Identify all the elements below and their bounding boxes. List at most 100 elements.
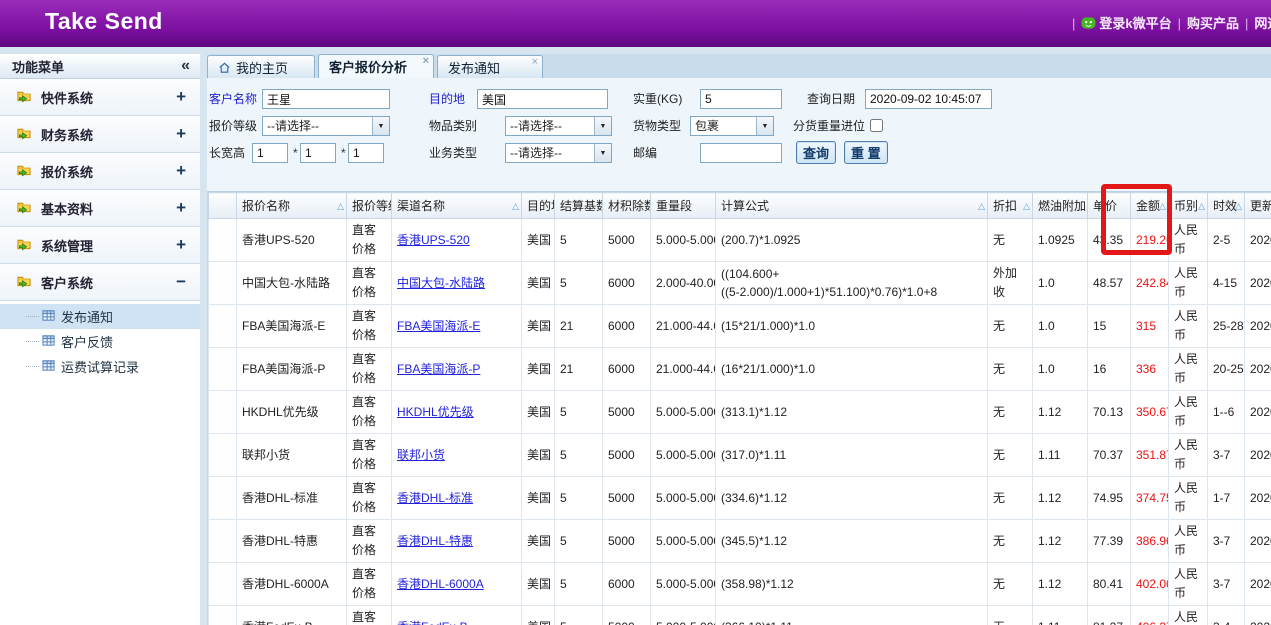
zip-code-input[interactable] xyxy=(700,143,782,163)
sidebar-item-0[interactable]: 发布通知 xyxy=(0,304,200,329)
cell-updated: 2020 xyxy=(1245,477,1271,520)
column-header-1[interactable]: 报价名称△ xyxy=(237,193,347,219)
channel-link[interactable]: HKDHL优先级 xyxy=(397,405,474,419)
column-label: 目的地 xyxy=(527,199,555,213)
close-tab-icon[interactable]: × xyxy=(423,56,429,67)
query-date-input[interactable] xyxy=(865,89,992,109)
cell-grade: 直客价格 xyxy=(347,434,392,477)
channel-link[interactable]: 香港DHL-标准 xyxy=(397,491,473,505)
cell-updated: 2020 xyxy=(1245,262,1271,305)
column-header-12[interactable]: 金额△ xyxy=(1131,193,1169,219)
channel-link[interactable]: 香港UPS-520 xyxy=(397,233,470,247)
expand-icon[interactable]: + xyxy=(176,198,186,218)
expand-icon[interactable]: + xyxy=(176,87,186,107)
sort-icon[interactable]: △ xyxy=(1023,201,1030,212)
dropdown-arrow-icon[interactable]: ▼ xyxy=(594,144,611,162)
tab-bar: 我的主页客户报价分析×发布通知× xyxy=(207,54,1271,78)
cell-channel: 中国大包-水陆路 xyxy=(392,262,522,305)
width-input[interactable] xyxy=(300,143,336,163)
cell-currency: 人民币 xyxy=(1169,219,1208,262)
topbar-link-1[interactable]: 购买产品 xyxy=(1187,16,1239,31)
cell-updated: 2020 xyxy=(1245,606,1271,625)
cell-discount: 无 xyxy=(988,219,1033,262)
row-selector-cell xyxy=(209,305,237,348)
sidebar-group-0[interactable]: 快件系统+ xyxy=(0,79,200,116)
cell-amount: 351.87 xyxy=(1131,434,1169,477)
row-selector-cell xyxy=(209,520,237,563)
cell-updated: 2020 xyxy=(1245,434,1271,477)
column-header-9[interactable]: 折扣△ xyxy=(988,193,1033,219)
sort-icon[interactable]: △ xyxy=(978,201,985,212)
split-weight-carry-checkbox[interactable] xyxy=(870,119,883,132)
tab-2[interactable]: 发布通知× xyxy=(437,55,543,78)
channel-link[interactable]: 联邦小货 xyxy=(397,448,445,462)
sort-icon[interactable]: △ xyxy=(1235,201,1242,212)
sort-icon[interactable]: △ xyxy=(1159,201,1166,212)
quote-grade-select[interactable]: --请选择-- ▼ xyxy=(262,116,390,136)
cell-base: 5 xyxy=(555,606,603,625)
column-header-3[interactable]: 渠道名称△ xyxy=(392,193,522,219)
channel-link[interactable]: 香港FedEx-B xyxy=(397,620,468,625)
tab-1[interactable]: 客户报价分析× xyxy=(318,54,434,78)
sidebar-group-1[interactable]: 财务系统+ xyxy=(0,116,200,153)
cell-grade: 直客价格 xyxy=(347,262,392,305)
channel-link[interactable]: FBA美国海派-P xyxy=(397,362,480,376)
length-input[interactable] xyxy=(252,143,288,163)
sort-icon[interactable]: △ xyxy=(337,201,344,212)
cell-aging: 20-25 xyxy=(1208,348,1245,391)
customer-name-input[interactable] xyxy=(262,89,390,109)
cell-grade: 直客价格 xyxy=(347,219,392,262)
cell-channel: 香港DHL-特惠 xyxy=(392,520,522,563)
channel-link[interactable]: 中国大包-水陆路 xyxy=(397,276,485,290)
tab-0[interactable]: 我的主页 xyxy=(207,55,315,78)
item-type-select[interactable]: --请选择-- ▼ xyxy=(505,116,612,136)
channel-link[interactable]: 香港DHL-6000A xyxy=(397,577,484,591)
sort-icon[interactable]: △ xyxy=(512,201,519,212)
sidebar-group-label: 基本资料 xyxy=(41,199,176,218)
cell-formula: (200.7)*1.0925 xyxy=(716,219,988,262)
sort-icon[interactable]: △ xyxy=(1198,201,1205,212)
channel-link[interactable]: 香港DHL-特惠 xyxy=(397,534,473,548)
cell-unit: 16 xyxy=(1088,348,1131,391)
column-header-8[interactable]: 计算公式△ xyxy=(716,193,988,219)
cargo-type-select[interactable]: 包裹 ▼ xyxy=(690,116,774,136)
height-input[interactable] xyxy=(348,143,384,163)
item-type-value: --请选择-- xyxy=(510,117,562,135)
expand-icon[interactable]: + xyxy=(176,235,186,255)
cargo-type-value: 包裹 xyxy=(695,117,719,135)
cell-currency: 人民币 xyxy=(1169,262,1208,305)
dropdown-arrow-icon[interactable]: ▼ xyxy=(756,117,773,135)
sidebar-item-1[interactable]: 客户反馈 xyxy=(0,329,200,354)
channel-link[interactable]: FBA美国海派-E xyxy=(397,319,480,333)
expand-icon[interactable]: + xyxy=(176,124,186,144)
cell-discount: 无 xyxy=(988,606,1033,625)
sidebar-group-4[interactable]: 系统管理+ xyxy=(0,227,200,264)
table-row: 中国大包-水陆路直客价格中国大包-水陆路美国560002.000-40.000(… xyxy=(209,262,1271,305)
top-bar: Take Send |登录k微平台|购买产品|网速测试 xyxy=(0,0,1271,47)
collapse-icon[interactable]: − xyxy=(176,272,186,292)
column-header-14[interactable]: 时效△ xyxy=(1208,193,1245,219)
dropdown-arrow-icon[interactable]: ▼ xyxy=(594,117,611,135)
destination-input[interactable] xyxy=(477,89,608,109)
sidebar-group-5[interactable]: 客户系统− xyxy=(0,264,200,301)
topbar-link-0[interactable]: 登录k微平台 xyxy=(1099,16,1171,31)
cell-unit: 70.37 xyxy=(1088,434,1131,477)
cell-name: 香港UPS-520 xyxy=(237,219,347,262)
cell-unit: 77.39 xyxy=(1088,520,1131,563)
sidebar-item-2[interactable]: 运费试算记录 xyxy=(0,354,200,379)
sidebar-group-3[interactable]: 基本资料+ xyxy=(0,190,200,227)
topbar-link-2[interactable]: 网速测试 xyxy=(1254,16,1271,31)
folder-icon xyxy=(16,125,32,140)
expand-icon[interactable]: + xyxy=(176,161,186,181)
business-type-select[interactable]: --请选择-- ▼ xyxy=(505,143,612,163)
reset-button[interactable]: 重 置 xyxy=(844,141,888,164)
collapse-sidebar-icon[interactable]: « xyxy=(181,58,190,74)
cell-currency: 人民币 xyxy=(1169,477,1208,520)
weight-input[interactable] xyxy=(700,89,782,109)
sidebar-group-2[interactable]: 报价系统+ xyxy=(0,153,200,190)
column-header-13[interactable]: 币别△ xyxy=(1169,193,1208,219)
close-tab-icon[interactable]: × xyxy=(532,57,538,68)
search-button[interactable]: 查询 xyxy=(796,141,836,164)
cell-vol: 5000 xyxy=(603,606,651,625)
dropdown-arrow-icon[interactable]: ▼ xyxy=(372,117,389,135)
